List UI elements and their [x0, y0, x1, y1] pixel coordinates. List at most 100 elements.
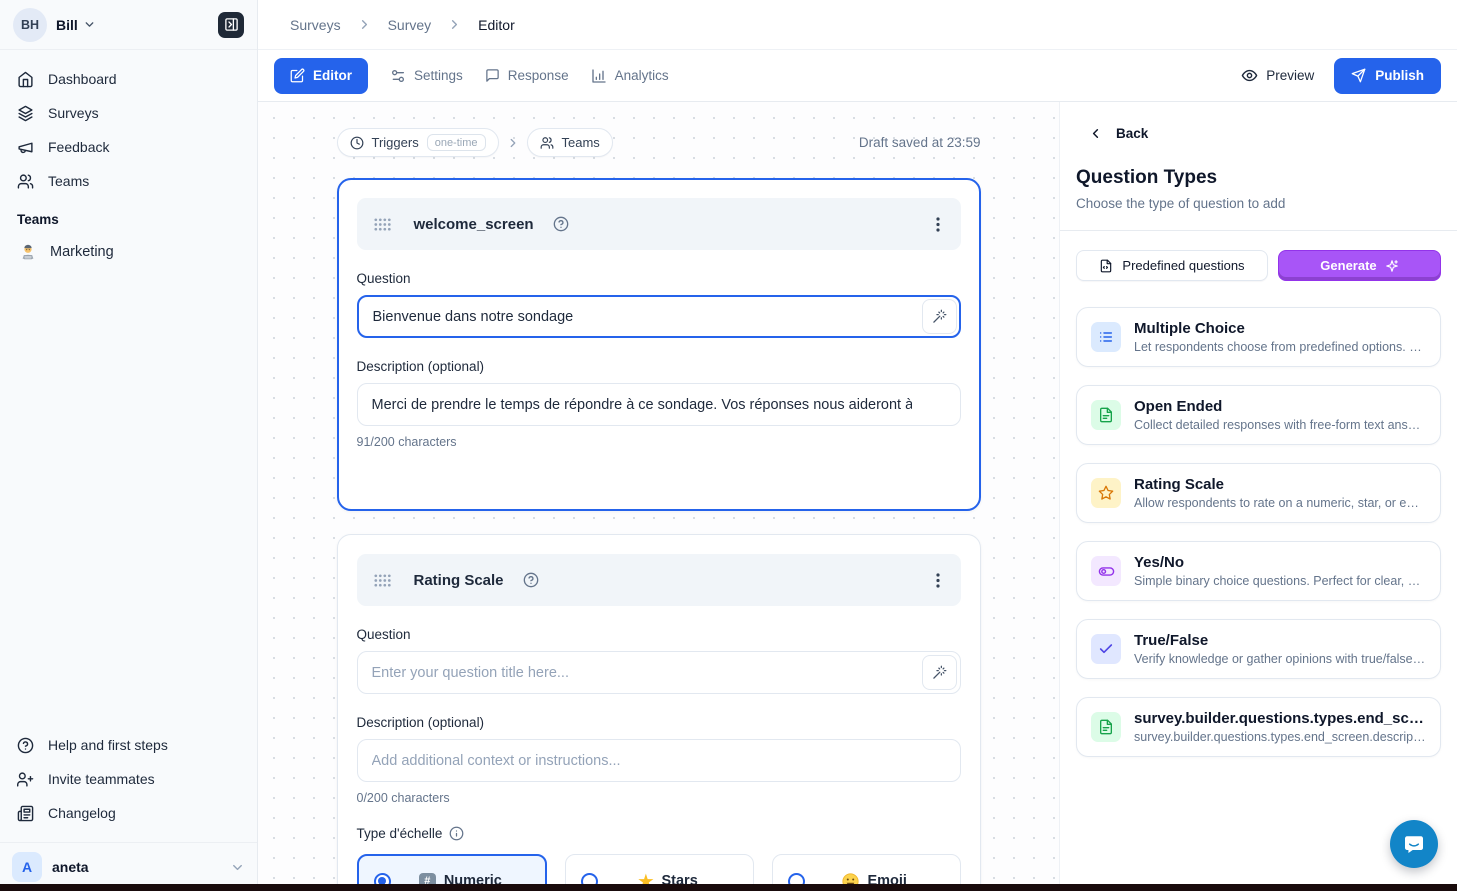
generate-button[interactable]: Generate	[1278, 250, 1441, 281]
info-circle-icon[interactable]	[449, 826, 464, 841]
sidebar-item-label: Changelog	[48, 805, 116, 821]
question-type-open-ended[interactable]: Open Ended Collect detailed responses wi…	[1076, 385, 1441, 445]
chevron-down-icon	[83, 18, 96, 31]
message-square-icon	[485, 68, 500, 83]
tab-editor[interactable]: Editor	[274, 58, 368, 94]
question-description-input[interactable]	[357, 383, 961, 426]
back-button[interactable]: Back	[1088, 126, 1441, 141]
teams-section-header: Teams	[0, 198, 257, 235]
technologist-emoji-icon	[19, 243, 37, 261]
predefined-questions-button[interactable]: Predefined questions	[1076, 250, 1268, 281]
sidebar-item-invite[interactable]: Invite teammates	[0, 762, 257, 796]
description-field-label: Description (optional)	[357, 359, 961, 374]
question-type-description: Verify knowledge or gather opinions with…	[1134, 652, 1426, 666]
chevron-left-icon	[1088, 126, 1103, 141]
breadcrumb-surveys[interactable]: Surveys	[290, 17, 341, 33]
sidebar-item-teams[interactable]: Teams	[0, 164, 257, 198]
sidebar: BH Bill Dashboard Surveys Feedback	[0, 0, 258, 891]
sidebar-item-label: Surveys	[48, 105, 99, 121]
tab-analytics[interactable]: Analytics	[591, 68, 669, 84]
question-type-rating-scale[interactable]: Rating Scale Allow respondents to rate o…	[1076, 463, 1441, 523]
question-type-title: Multiple Choice	[1134, 320, 1426, 337]
publish-label: Publish	[1375, 68, 1424, 83]
pencil-square-icon	[290, 68, 305, 83]
description-field-label: Description (optional)	[357, 715, 961, 730]
clock-icon	[350, 136, 364, 150]
triggers-chip[interactable]: Triggers one-time	[337, 128, 499, 157]
kebab-menu-icon[interactable]	[932, 569, 944, 592]
question-card-header: welcome_screen	[357, 198, 961, 250]
sidebar-item-feedback[interactable]: Feedback	[0, 130, 257, 164]
tab-label: Analytics	[615, 68, 669, 83]
question-card-welcome-screen[interactable]: welcome_screen Question Description (opt…	[337, 178, 981, 511]
scale-type-label: Type d'échelle	[357, 826, 443, 841]
triggers-chip-label: Triggers	[372, 135, 419, 150]
help-circle-icon[interactable]	[523, 572, 539, 588]
document-icon	[1091, 712, 1121, 742]
tab-response[interactable]: Response	[485, 68, 569, 83]
sidebar-item-help[interactable]: Help and first steps	[0, 728, 257, 762]
question-type-description: Collect detailed responses with free-for…	[1134, 418, 1426, 432]
sidebar-footer-nav: Help and first steps Invite teammates Ch…	[0, 728, 257, 836]
kebab-menu-icon[interactable]	[932, 213, 944, 236]
sidebar-item-label: Feedback	[48, 139, 109, 155]
help-circle-icon[interactable]	[553, 216, 569, 232]
sidebar-item-surveys[interactable]: Surveys	[0, 96, 257, 130]
sidebar-collapse-button[interactable]	[218, 12, 244, 38]
chevron-right-icon	[357, 17, 372, 32]
question-title-input[interactable]	[357, 295, 961, 338]
question-card-title: welcome_screen	[414, 216, 534, 233]
drag-handle-icon[interactable]	[374, 218, 391, 231]
ai-wand-button[interactable]	[922, 299, 957, 334]
chat-launcher-button[interactable]	[1390, 820, 1438, 868]
team-label: Marketing	[50, 244, 114, 260]
sidebar-item-changelog[interactable]: Changelog	[0, 796, 257, 830]
question-title-input[interactable]	[357, 651, 961, 694]
sidebar-spacer	[0, 269, 257, 728]
chevron-down-icon	[230, 860, 245, 875]
account-name: aneta	[52, 859, 89, 875]
chevron-right-icon	[447, 17, 462, 32]
tab-settings[interactable]: Settings	[390, 68, 463, 84]
question-type-title: True/False	[1134, 632, 1426, 649]
preview-button[interactable]: Preview	[1241, 67, 1314, 84]
char-count: 0/200 characters	[357, 791, 961, 805]
question-type-end-screen[interactable]: survey.builder.questions.types.end_scr..…	[1076, 697, 1441, 757]
workspace-avatar: BH	[13, 8, 47, 42]
help-circle-icon	[17, 737, 34, 754]
canvas-top-row: Triggers one-time Teams Draft saved at 2…	[337, 128, 981, 157]
question-card-header: Rating Scale	[357, 554, 961, 606]
sidebar-item-dashboard[interactable]: Dashboard	[0, 62, 257, 96]
breadcrumb-survey[interactable]: Survey	[388, 17, 432, 33]
breadcrumb: Surveys Survey Editor	[258, 0, 1457, 50]
drag-handle-icon[interactable]	[374, 574, 391, 587]
question-type-yes-no[interactable]: Yes/No Simple binary choice questions. P…	[1076, 541, 1441, 601]
content-row: Triggers one-time Teams Draft saved at 2…	[258, 102, 1457, 891]
question-field-label: Question	[357, 627, 961, 642]
question-card-rating-scale[interactable]: Rating Scale Question Description (optio…	[337, 534, 981, 891]
question-type-title: Rating Scale	[1134, 476, 1426, 493]
question-type-description: Let respondents choose from predefined o…	[1134, 340, 1426, 354]
publish-button[interactable]: Publish	[1334, 58, 1441, 94]
question-type-title: Open Ended	[1134, 398, 1426, 415]
newspaper-icon	[17, 805, 34, 822]
generate-label: Generate	[1320, 258, 1376, 273]
question-description-input[interactable]	[357, 739, 961, 782]
one-time-badge: one-time	[427, 134, 486, 151]
file-icon	[1099, 259, 1113, 273]
question-type-multiple-choice[interactable]: Multiple Choice Let respondents choose f…	[1076, 307, 1441, 367]
layers-icon	[17, 105, 34, 122]
sidebar-team-marketing[interactable]: Marketing	[0, 235, 257, 269]
tab-label: Response	[508, 68, 569, 83]
ai-wand-button[interactable]	[922, 655, 957, 690]
panel-subtitle: Choose the type of question to add	[1076, 196, 1441, 211]
workspace-switcher[interactable]: BH Bill	[0, 0, 257, 50]
teams-chip[interactable]: Teams	[527, 128, 613, 157]
char-count: 91/200 characters	[357, 435, 961, 449]
magic-wand-icon	[932, 665, 947, 680]
tab-label: Editor	[313, 68, 352, 83]
breadcrumb-editor: Editor	[478, 17, 515, 33]
question-type-true-false[interactable]: True/False Verify knowledge or gather op…	[1076, 619, 1441, 679]
question-type-description: Simple binary choice questions. Perfect …	[1134, 574, 1426, 588]
list-icon	[1091, 322, 1121, 352]
